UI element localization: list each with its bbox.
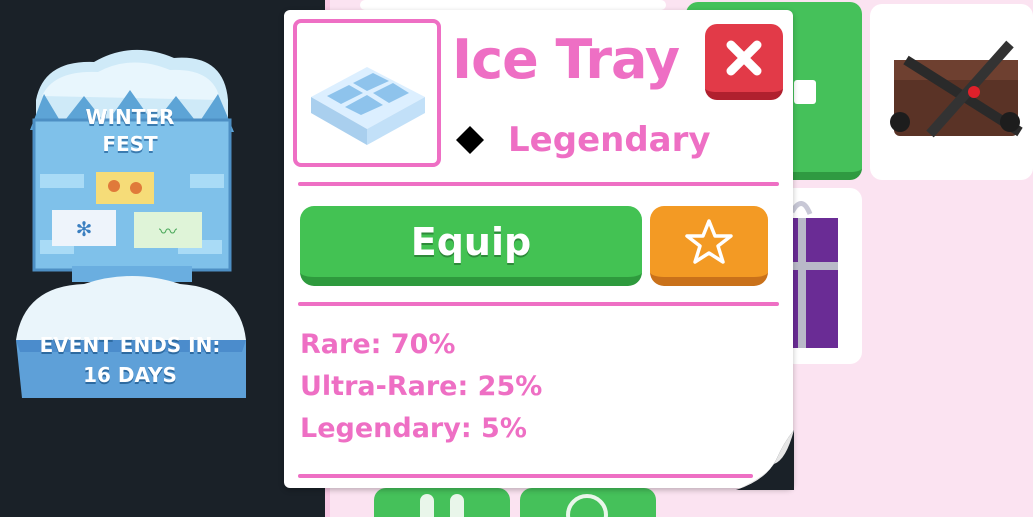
- ice-tray-icon: [311, 67, 425, 145]
- event-countdown-value: 16 DAYS: [83, 363, 177, 387]
- event-countdown: EVENT ENDS IN: 16 DAYS: [14, 330, 246, 390]
- odds-item: Legendary: 5%: [300, 413, 527, 444]
- item-popup: Ice Tray Legendary Equip Rare: 70% Ultra…: [284, 10, 794, 490]
- close-icon: [726, 40, 762, 76]
- event-title-line-2: FEST: [102, 132, 158, 156]
- bottom-item-icon: [566, 494, 608, 517]
- event-widget[interactable]: ✻ 〰 WINTER FEST EVENT ENDS IN: 16 DAYS: [14, 40, 246, 400]
- inventory-slot-bottom-2[interactable]: [520, 488, 656, 517]
- gift-icon: [782, 201, 838, 348]
- svg-text:〰: 〰: [159, 222, 177, 243]
- svg-text:✻: ✻: [76, 217, 93, 241]
- item-name: Ice Tray: [452, 28, 680, 91]
- bunny-ears-icon-2: [450, 494, 464, 517]
- odds-list: Rare: 70% Ultra-Rare: 25% Legendary: 5%: [300, 324, 542, 450]
- chained-chest-icon: [890, 40, 1023, 138]
- inventory-slot-bottom-1[interactable]: [374, 488, 510, 517]
- page-curl-icon: [736, 430, 794, 490]
- slot-handle-icon: [794, 80, 816, 104]
- favorite-button[interactable]: [650, 206, 768, 286]
- odds-item: Rare: 70%: [300, 329, 456, 360]
- item-thumbnail: [293, 19, 441, 167]
- event-countdown-label: EVENT ENDS IN:: [39, 333, 221, 357]
- divider-middle: [298, 302, 779, 306]
- event-title-line-1: WINTER: [85, 105, 175, 129]
- close-button[interactable]: [705, 24, 783, 100]
- inventory-slot[interactable]: [360, 0, 666, 10]
- item-rarity: Legendary: [508, 120, 711, 160]
- inventory-slot-chest[interactable]: [870, 4, 1033, 180]
- diamond-icon: [456, 126, 484, 154]
- event-title: WINTER FEST: [14, 104, 246, 158]
- equip-button[interactable]: Equip: [300, 206, 642, 286]
- divider-bottom: [298, 474, 753, 478]
- divider-top: [298, 182, 779, 186]
- odds-item: Ultra-Rare: 25%: [300, 371, 543, 402]
- inventory-slot-gift[interactable]: [782, 188, 862, 364]
- star-icon: [685, 218, 733, 264]
- bunny-ears-icon: [420, 494, 434, 517]
